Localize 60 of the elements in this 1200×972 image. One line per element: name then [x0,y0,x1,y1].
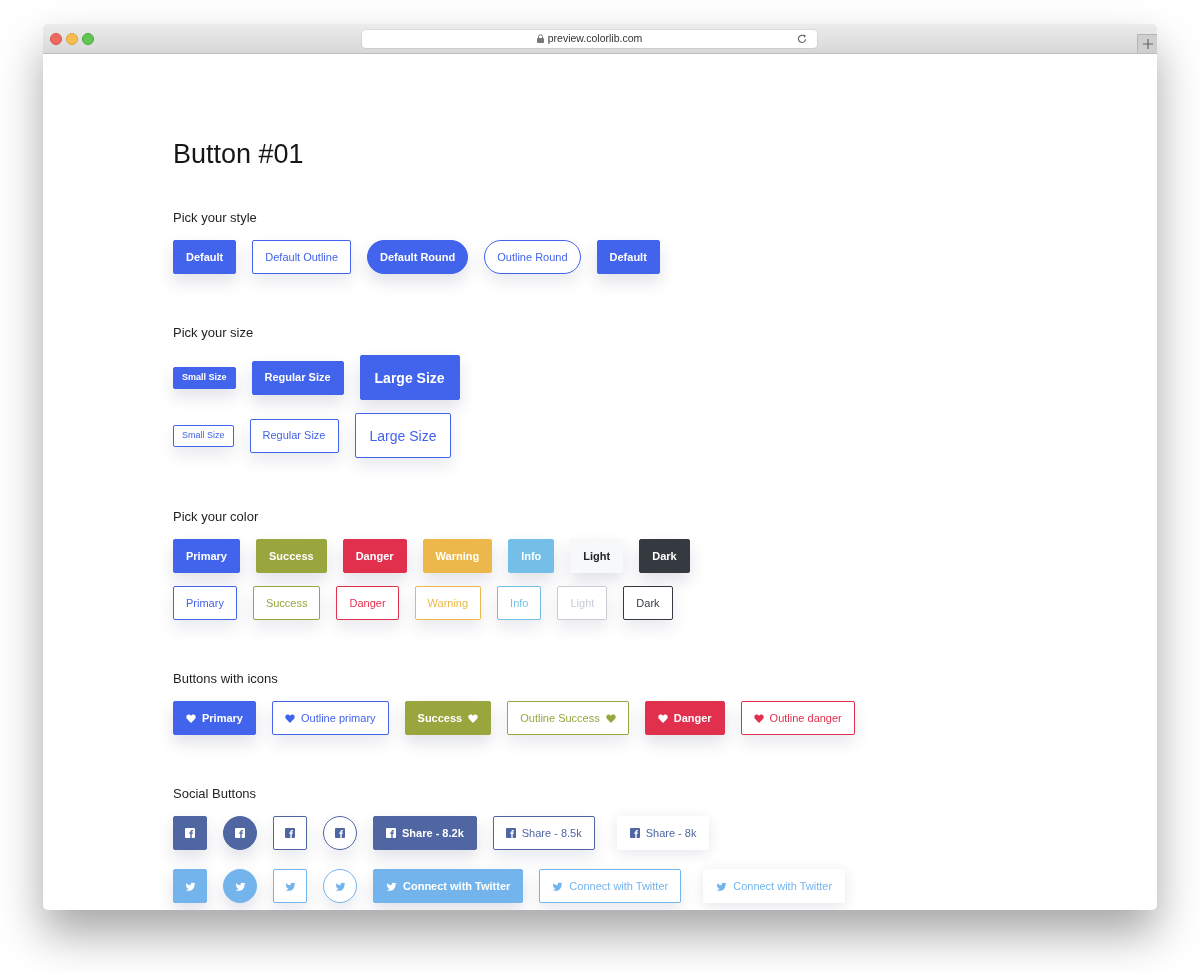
bird-icon [552,881,564,891]
outline-button[interactable]: Outline Success [507,701,629,735]
outline-button[interactable]: Share - 8.5k [492,816,595,850]
heart-icon [468,713,479,723]
plus-icon [1142,39,1153,49]
pill-button[interactable]: Default Round [367,240,469,274]
filled-button[interactable]: Default [596,240,660,274]
filled-button[interactable]: Dark [639,539,690,573]
filled-button[interactable]: Success [256,539,327,573]
bird-icon [716,881,728,891]
filled-button[interactable]: Primary [173,539,240,573]
bird-icon [284,881,296,891]
outline-button[interactable]: Default Outline [252,240,352,274]
section-heading: Social Buttons [173,786,257,802]
filled-button[interactable]: Success [404,701,492,735]
section-heading: Buttons with icons [173,671,278,687]
bird-icon [184,881,196,891]
outline-button[interactable]: Success [252,586,321,620]
outline-button[interactable]: Small Size [173,424,234,447]
filled-button[interactable]: Light [570,539,624,573]
page-title: Button #01 [173,138,304,171]
circle-icon-button[interactable] [223,816,257,850]
bird-icon [334,881,346,891]
outline-button[interactable]: Danger [336,586,399,620]
new-tab-button[interactable] [1137,34,1157,53]
filled-button[interactable]: Regular Size [251,360,344,395]
filled-button[interactable]: Large Size [359,355,460,400]
bird-icon [234,881,246,891]
heart-icon [285,713,295,723]
reload-icon[interactable] [797,33,807,44]
heart-icon [605,713,616,723]
address-bar[interactable]: preview.colorlib.com [362,29,817,48]
filled-button[interactable]: Primary [173,701,256,735]
circle-icon-button[interactable] [323,816,357,850]
filled-button[interactable]: Share - 8.2k [373,816,477,850]
section-heading: Pick your color [173,509,259,525]
filled-button[interactable]: Default [173,240,237,274]
lock-icon [536,34,544,43]
outline-button[interactable]: Regular Size [249,418,339,453]
filled-button[interactable]: Danger [342,539,407,573]
square-icon-button[interactable] [273,816,307,850]
heart-icon [657,713,668,723]
window-zoom-button[interactable] [82,32,94,45]
outline-button[interactable]: Outline primary [272,701,389,735]
window-close-button[interactable] [50,32,62,45]
outline-button[interactable]: Outline danger [740,701,855,735]
heart-icon [753,713,764,723]
section-heading: Pick your style [173,210,257,226]
section-heading: Pick your size [173,325,254,341]
filled-button[interactable]: Small Size [173,366,236,389]
outline-pill-button[interactable]: Outline Round [484,240,581,274]
bird-icon [386,881,397,891]
square-icon-button[interactable] [173,816,207,850]
outline-button[interactable]: Primary [173,586,237,620]
raised-button[interactable]: Share - 8k [616,816,710,850]
filled-button[interactable]: Danger [644,701,725,735]
window-minimize-button[interactable] [66,32,78,45]
outline-button[interactable]: Dark [623,586,673,620]
outline-button[interactable]: Large Size [354,413,452,458]
heart-icon [186,713,196,723]
